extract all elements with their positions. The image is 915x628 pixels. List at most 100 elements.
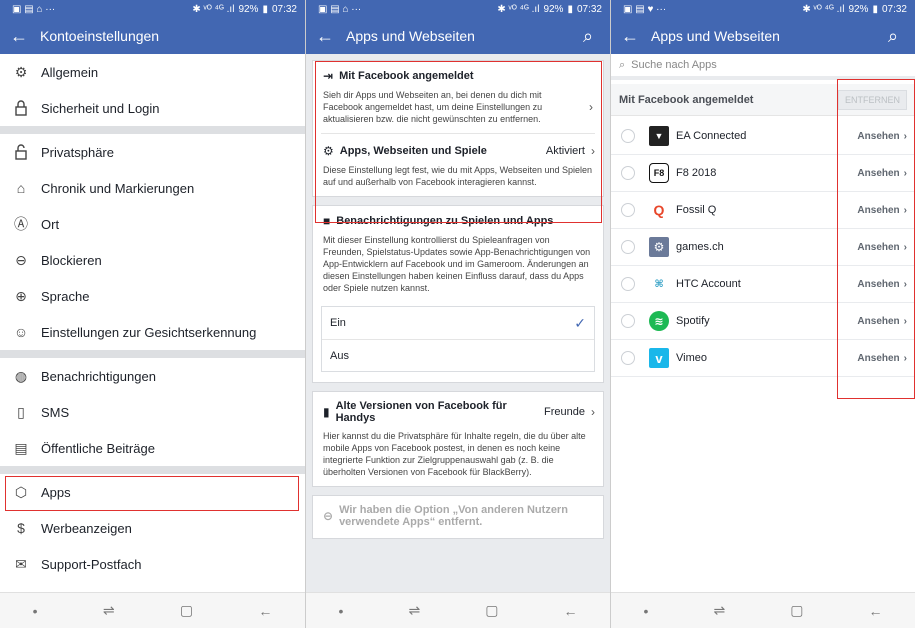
recent-apps-icon[interactable]: ⇌ [408, 602, 420, 619]
view-button[interactable]: Ansehen › [857, 168, 907, 179]
clock: 07:32 [576, 3, 602, 15]
menu-item-ads[interactable]: $ Werbeanzeigen [0, 510, 305, 546]
menu-item-language[interactable]: ⊕ Sprache [0, 278, 305, 314]
search-icon: ⌕ [619, 58, 626, 71]
back-arrow-icon[interactable]: ← [621, 26, 647, 47]
menu-item-location[interactable]: Ⓐ Ort [0, 206, 305, 242]
view-button[interactable]: Ansehen › [857, 242, 907, 253]
list-item[interactable]: ≋ Spotify Ansehen › [611, 303, 915, 340]
back-icon[interactable]: ← [258, 603, 272, 619]
search-placeholder: Suche nach Apps [631, 59, 717, 71]
list-item[interactable]: Q Fossil Q Ansehen › [611, 192, 915, 229]
logged-in-card[interactable]: ⇥ Mit Facebook angemeldet Sieh dir Apps u… [312, 60, 604, 197]
recent-apps-icon[interactable]: ⇌ [713, 602, 725, 619]
option-label: Aus [330, 349, 349, 362]
menu-item-privacy[interactable]: Privatsphäre [0, 134, 305, 170]
view-button[interactable]: Ansehen › [857, 279, 907, 290]
menu-item-label: Ort [41, 216, 60, 232]
old-versions-card[interactable]: ▮ Alte Versionen von Facebook für Handys F… [312, 391, 604, 487]
home-icon[interactable]: ▢ [790, 602, 803, 619]
select-radio[interactable] [621, 277, 635, 291]
menu-item-general[interactable]: ⚙ Allgemein [0, 54, 305, 90]
list-item[interactable]: ▼ EA Connected Ansehen › [611, 118, 915, 155]
select-radio[interactable] [621, 203, 635, 217]
menu-item-label: Sicherheit und Login [41, 100, 160, 116]
app-name: Fossil Q [676, 204, 717, 216]
view-button[interactable]: Ansehen › [857, 131, 907, 142]
menu-item-blocking[interactable]: ⊖ Blockieren [0, 242, 305, 278]
chevron-right-icon: › [903, 204, 907, 216]
menu-item-label: Allgemein [41, 64, 99, 80]
select-radio[interactable] [621, 351, 635, 365]
fossil-logo-icon: Q [653, 202, 665, 218]
home-icon[interactable]: ▢ [485, 602, 498, 619]
view-button[interactable]: Ansehen › [857, 205, 907, 216]
app-name: EA Connected [676, 130, 747, 142]
battery-level: 92% [543, 3, 564, 15]
menu-item-public-posts[interactable]: ▤ Öffentliche Beiträge [0, 430, 305, 466]
view-button[interactable]: Ansehen › [857, 316, 907, 327]
platform-status: Aktiviert [545, 145, 585, 157]
status-bar: ▣ ▤ ⌂ ··· ✱ ᵛᴼ ⁴ᴳ .ıl 92% ▮ 07:32 [0, 0, 305, 18]
option-off[interactable]: Aus [322, 339, 594, 371]
menu-item-timeline[interactable]: ⌂ Chronik und Markierungen [0, 170, 305, 206]
ad-icon: $ [17, 520, 25, 536]
menu-item-support-inbox[interactable]: ✉ Support-Postfach [0, 546, 305, 582]
back-arrow-icon[interactable]: ← [10, 26, 36, 47]
menu-item-notifications[interactable]: ◍ Benachrichtigungen [0, 358, 305, 394]
back-icon[interactable]: ← [868, 603, 882, 619]
select-radio[interactable] [621, 240, 635, 254]
lock-open-icon [12, 143, 30, 161]
tag-icon: ⌂ [16, 180, 26, 196]
menu-item-face-recognition[interactable]: ☺ Einstellungen zur Gesichtserkennung [0, 314, 305, 350]
chevron-right-icon: › [903, 241, 907, 253]
card-title: Benachrichtigungen zu Spielen und Apps [336, 215, 554, 227]
dot-icon[interactable]: • [339, 603, 344, 619]
app-name: Spotify [676, 315, 710, 327]
chevron-right-icon: › [591, 405, 595, 419]
divider [0, 350, 305, 358]
calendar-icon: ▤ [14, 439, 28, 456]
menu-item-label: Benachrichtigungen [41, 368, 156, 384]
menu-item-label: SMS [41, 404, 70, 420]
menu-item-label: Werbeanzeigen [41, 520, 132, 536]
back-icon[interactable]: ← [563, 603, 577, 619]
block-icon: ⊖ [15, 251, 27, 268]
search-icon[interactable]: ⌕ [881, 26, 905, 47]
select-radio[interactable] [621, 129, 635, 143]
card-description: Sieh dir Apps und Webseiten an, bei dene… [323, 90, 543, 124]
list-item[interactable]: ⌘ HTC Account Ansehen › [611, 266, 915, 303]
cube-icon: ⬡ [14, 483, 28, 500]
platform-row[interactable]: ⚙ Apps, Webseiten und Spiele Aktiviert › [313, 134, 603, 162]
dot-icon[interactable]: • [644, 603, 649, 619]
option-on[interactable]: Ein ✓ [322, 307, 594, 339]
view-button[interactable]: Ansehen › [857, 353, 907, 364]
top-bar: ← Apps und Webseiten ⌕ [611, 18, 915, 54]
removed-option-card: ⊖ Wir haben die Option „Von anderen Nutze… [312, 495, 604, 539]
app-search-input[interactable]: ⌕ Suche nach Apps [611, 54, 915, 80]
menu-item-security[interactable]: Sicherheit und Login [0, 90, 305, 126]
status-icons-left: ▣ ▤ ⌂ ··· [318, 3, 362, 15]
status-bar: ▣ ▤ ⌂ ··· ✱ ᵛᴼ ⁴ᴳ .ıl 92% ▮ 07:32 [306, 0, 610, 18]
lock-icon [12, 99, 30, 117]
menu-item-label: Privatsphäre [41, 144, 114, 160]
android-nav-bar: • ⇌ ▢ ← [611, 592, 915, 628]
settings-menu: ⚙ Allgemein Sicherheit und Login Privatsp… [0, 54, 305, 592]
home-icon[interactable]: ▢ [180, 602, 193, 619]
list-item[interactable]: ⚙ games.ch Ansehen › [611, 229, 915, 266]
menu-item-apps[interactable]: ⬡ Apps [0, 474, 305, 510]
app-name: games.ch [676, 241, 724, 253]
list-item[interactable]: F8 F8 2018 Ansehen › [611, 155, 915, 192]
select-radio[interactable] [621, 314, 635, 328]
remove-button[interactable]: ENTFERNEN [837, 89, 907, 110]
view-label: Ansehen [857, 352, 900, 364]
dot-icon[interactable]: • [33, 603, 38, 619]
recent-apps-icon[interactable]: ⇌ [103, 602, 115, 619]
list-item[interactable]: v Vimeo Ansehen › [611, 340, 915, 377]
search-icon[interactable]: ⌕ [576, 26, 600, 47]
menu-item-label: Chronik und Markierungen [41, 180, 195, 196]
menu-item-sms[interactable]: ▯ SMS [0, 394, 305, 430]
back-arrow-icon[interactable]: ← [316, 26, 342, 47]
menu-item-label: Sprache [41, 288, 90, 304]
select-radio[interactable] [621, 166, 635, 180]
